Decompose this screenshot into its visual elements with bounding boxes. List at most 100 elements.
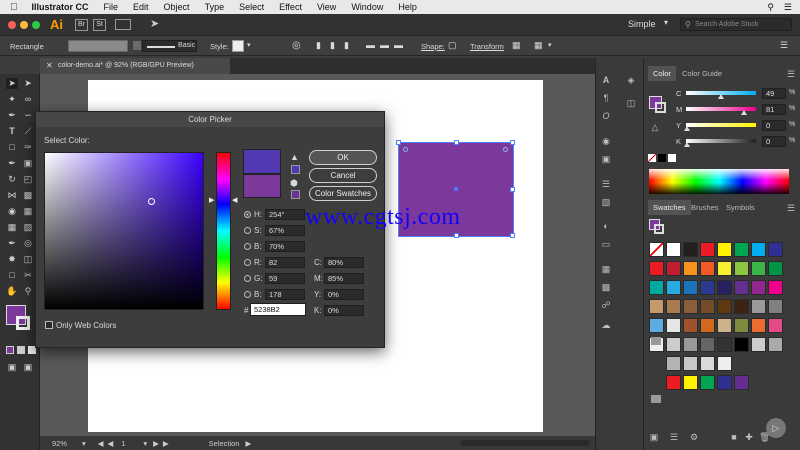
cmyk-value-c[interactable]: 49 [762, 88, 786, 99]
menu-window[interactable]: Window [351, 2, 383, 12]
panel-menu-icon[interactable]: ☰ [786, 69, 796, 79]
color-swatch[interactable] [666, 318, 681, 333]
recolor-artwork-icon[interactable]: ◎ [292, 40, 301, 51]
white-color-box[interactable] [668, 154, 676, 162]
hue-radio[interactable]: H: [244, 209, 262, 220]
color-swatch[interactable] [751, 280, 766, 295]
current-tool[interactable]: Selection [209, 439, 240, 448]
color-swatch[interactable] [649, 242, 664, 257]
hex-field[interactable]: 5238B2 [250, 303, 306, 316]
isolate-icon[interactable]: ▦ [534, 40, 543, 51]
color-swatch[interactable] [768, 242, 783, 257]
selection-handle[interactable] [454, 233, 459, 238]
color-swatch[interactable] [768, 299, 783, 314]
next-artboard-icon[interactable]: ▶ [153, 439, 159, 448]
layers-panel-icon[interactable]: ◈ [626, 75, 636, 85]
color-swatch[interactable] [683, 261, 698, 276]
shaper-tool-icon[interactable]: ✒ [6, 158, 18, 169]
gamut-color-box[interactable] [291, 165, 300, 174]
hue-slider-left-arrow[interactable]: ▶ [209, 196, 214, 204]
previous-artboard-icon[interactable]: ◀ [108, 439, 114, 448]
hand-tool-icon[interactable]: ✋ [6, 286, 18, 297]
screen-mode-icon[interactable]: ▣ [22, 362, 34, 373]
cmyk-slider-y[interactable] [686, 123, 756, 127]
swatches-stroke-proxy[interactable] [654, 224, 664, 234]
color-swatch[interactable] [666, 261, 681, 276]
color-swatch[interactable] [717, 280, 732, 295]
artboards-panel-icon[interactable]: ◫ [626, 98, 636, 108]
swatch-options-icon[interactable]: ⚙ [689, 432, 699, 442]
close-window-icon[interactable] [8, 21, 16, 29]
chevron-down-icon[interactable]: ▾ [82, 439, 86, 448]
web-safe-warning-icon[interactable]: ⬢ [290, 178, 298, 189]
color-swatch[interactable] [751, 299, 766, 314]
graphic-style-swatch[interactable] [232, 40, 244, 52]
green-field[interactable]: 59 [265, 273, 305, 284]
color-swatch[interactable] [700, 318, 715, 333]
panel-menu-icon[interactable]: ☰ [780, 40, 788, 51]
color-swatch[interactable] [649, 280, 664, 295]
artboard-tool-icon[interactable]: □ [6, 270, 18, 281]
blend-tool-icon[interactable]: ◎ [22, 238, 34, 249]
transform-icon[interactable]: ▦ [512, 40, 521, 51]
play-button-icon[interactable]: ▷ [766, 418, 786, 438]
color-swatch[interactable] [666, 299, 681, 314]
cmyk-value-y[interactable]: 0 [762, 120, 786, 131]
cmyk-value-k[interactable]: 0 [762, 136, 786, 147]
bridge-button[interactable]: Br [75, 19, 88, 31]
type-panel-icon[interactable]: A [601, 75, 611, 85]
stock-search-input[interactable]: ⚲ Search Adobe Stock [680, 18, 792, 31]
curvature-tool-icon[interactable]: ∽ [22, 110, 34, 121]
transform-panel-icon[interactable]: ▩ [601, 282, 611, 292]
new-color-group-icon[interactable]: ■ [729, 432, 739, 442]
blue-field[interactable]: 178 [265, 289, 305, 300]
color-swatch[interactable] [734, 299, 749, 314]
chevron-down-icon[interactable]: ▾ [548, 41, 552, 49]
app-name-menu[interactable]: Illustrator CC [32, 2, 89, 12]
cmyk-value-m[interactable]: 81 [762, 104, 786, 115]
arrange-documents-icon[interactable] [115, 19, 131, 30]
width-tool-icon[interactable]: ⋈ [6, 190, 18, 201]
color-swatch[interactable] [734, 261, 749, 276]
new-swatch-icon[interactable]: ✚ [744, 432, 754, 442]
fill-swatch[interactable] [68, 40, 128, 52]
selection-handle[interactable] [454, 140, 459, 145]
tab-brushes[interactable]: Brushes [686, 200, 724, 215]
rectangle-tool-icon[interactable]: □ [6, 142, 18, 153]
color-spectrum-bar[interactable] [649, 169, 789, 194]
color-swatch[interactable] [717, 356, 732, 371]
selection-handle[interactable] [396, 140, 401, 145]
brightness-radio[interactable]: B: [244, 241, 262, 252]
brightness-field[interactable]: 70% [265, 241, 305, 252]
color-swatch[interactable] [649, 318, 664, 333]
first-artboard-icon[interactable]: ◀ [98, 439, 104, 448]
color-swatch[interactable] [700, 242, 715, 257]
blue-radio[interactable]: B: [244, 289, 262, 300]
align-bottom-icon[interactable]: ▬ [394, 40, 403, 50]
color-swatch[interactable] [666, 280, 681, 295]
swatch-libraries-icon[interactable]: ▣ [649, 432, 659, 442]
tab-symbols[interactable]: Symbols [721, 200, 760, 215]
shape-properties-icon[interactable]: ▢ [448, 40, 457, 51]
hue-field[interactable]: 254° [265, 209, 305, 220]
color-swatch[interactable] [683, 280, 698, 295]
align-middle-icon[interactable]: ▬ [380, 40, 389, 50]
red-radio[interactable]: R: [244, 257, 262, 268]
color-swatch[interactable] [683, 242, 698, 257]
paintbrush-tool-icon[interactable]: ✑ [22, 142, 34, 153]
opentype-panel-icon[interactable]: O [601, 111, 611, 121]
color-swatch[interactable] [768, 318, 783, 333]
chevron-down-icon[interactable]: ▾ [664, 18, 668, 27]
stroke-swatch[interactable] [133, 41, 141, 50]
menu-file[interactable]: File [104, 2, 119, 12]
hue-slider[interactable] [216, 152, 231, 310]
yellow-field[interactable]: 0% [324, 289, 364, 300]
corner-widget[interactable] [403, 147, 408, 152]
free-transform-tool-icon[interactable]: ▩ [22, 190, 34, 201]
stock-button[interactable]: St [93, 19, 106, 31]
align-left-icon[interactable]: ▮ [316, 40, 321, 51]
scale-tool-icon[interactable]: ◰ [22, 174, 34, 185]
color-swatch[interactable] [717, 375, 732, 390]
color-field[interactable] [44, 152, 204, 310]
color-swatch[interactable] [751, 261, 766, 276]
